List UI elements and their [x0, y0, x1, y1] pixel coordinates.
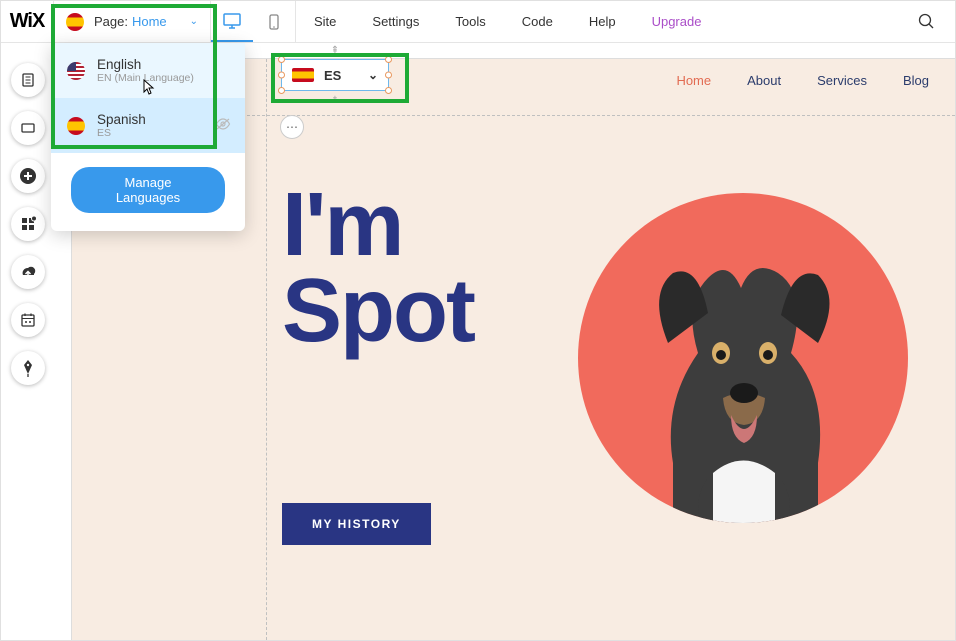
chevron-down-icon: ⌄ — [190, 16, 198, 27]
tool-background[interactable] — [11, 111, 45, 145]
language-dropdown: English EN (Main Language) Spanish ES Ma… — [51, 43, 245, 231]
hero-line1: I'm — [282, 183, 474, 269]
spain-flag-icon — [67, 117, 85, 135]
resize-handle[interactable] — [385, 72, 392, 79]
tool-add[interactable] — [11, 159, 45, 193]
language-widget-label: ES — [324, 68, 341, 83]
language-widget-selection[interactable]: ⇞ ES ⌄ ⇟ — [281, 59, 389, 91]
page-selector[interactable]: Page: Home ⌄ — [53, 1, 211, 42]
stretch-handle-top[interactable]: ⇞ — [325, 45, 345, 55]
language-item-spanish[interactable]: Spanish ES — [51, 98, 245, 153]
lang-name: Spanish — [97, 112, 146, 127]
left-toolbar — [11, 63, 45, 385]
search-button[interactable] — [905, 13, 947, 30]
calendar-icon — [20, 312, 36, 328]
desktop-icon — [223, 13, 241, 29]
device-switcher — [211, 1, 296, 42]
my-history-button[interactable]: MY HISTORY — [282, 503, 431, 545]
resize-handle[interactable] — [278, 72, 285, 79]
search-icon — [918, 13, 935, 30]
menu-upgrade[interactable]: Upgrade — [634, 1, 720, 42]
nav-home[interactable]: Home — [676, 73, 711, 88]
dog-image — [613, 243, 873, 523]
ellipsis-icon: ⋯ — [286, 120, 298, 134]
us-flag-icon — [67, 62, 85, 80]
chevron-down-icon: ⌄ — [368, 68, 378, 82]
tool-blog[interactable] — [11, 351, 45, 385]
resize-handle[interactable] — [278, 87, 285, 94]
lang-sub: EN (Main Language) — [97, 72, 194, 84]
tool-bookings[interactable] — [11, 303, 45, 337]
hero-image-circle[interactable] — [578, 193, 908, 523]
resize-handle[interactable] — [385, 56, 392, 63]
page-icon — [20, 72, 36, 88]
more-options-button[interactable]: ⋯ — [280, 115, 304, 139]
manage-languages-button[interactable]: Manage Languages — [71, 167, 225, 213]
hero-heading[interactable]: I'm Spot — [282, 183, 474, 354]
hero-line2: Spot — [282, 269, 474, 355]
apps-icon — [20, 216, 36, 232]
background-icon — [20, 120, 36, 136]
spain-flag-icon — [66, 13, 84, 31]
wix-logo: WiX — [1, 10, 53, 33]
stretch-handle-bottom[interactable]: ⇟ — [325, 95, 345, 105]
tool-pages[interactable] — [11, 63, 45, 97]
menu-settings[interactable]: Settings — [354, 1, 437, 42]
tool-media[interactable] — [11, 255, 45, 289]
spain-flag-icon — [292, 68, 314, 82]
menu-site[interactable]: Site — [296, 1, 354, 42]
visibility-icon[interactable] — [215, 118, 231, 133]
guide-line — [266, 59, 267, 640]
lang-sub: ES — [97, 127, 146, 139]
lang-name: English — [97, 57, 194, 72]
nav-about[interactable]: About — [747, 73, 781, 88]
nav-blog[interactable]: Blog — [903, 73, 929, 88]
language-item-english[interactable]: English EN (Main Language) — [51, 43, 245, 98]
pen-icon — [21, 359, 35, 377]
nav-services[interactable]: Services — [817, 73, 867, 88]
top-menu: Site Settings Tools Code Help Upgrade — [296, 1, 719, 42]
topbar: WiX Page: Home ⌄ Site Settings Tools Cod… — [1, 1, 955, 43]
mobile-device-button[interactable] — [253, 1, 295, 42]
tool-apps[interactable] — [11, 207, 45, 241]
site-nav: Home About Services Blog — [676, 73, 929, 88]
plus-icon — [19, 167, 37, 185]
resize-handle[interactable] — [278, 56, 285, 63]
page-name: Home — [132, 14, 167, 29]
upload-icon — [19, 265, 37, 279]
menu-tools[interactable]: Tools — [437, 1, 503, 42]
page-label: Page: — [94, 14, 128, 29]
resize-handle[interactable] — [385, 87, 392, 94]
desktop-device-button[interactable] — [211, 1, 253, 42]
language-widget[interactable]: ES ⌄ — [281, 59, 389, 91]
mobile-icon — [269, 14, 279, 30]
menu-help[interactable]: Help — [571, 1, 634, 42]
menu-code[interactable]: Code — [504, 1, 571, 42]
